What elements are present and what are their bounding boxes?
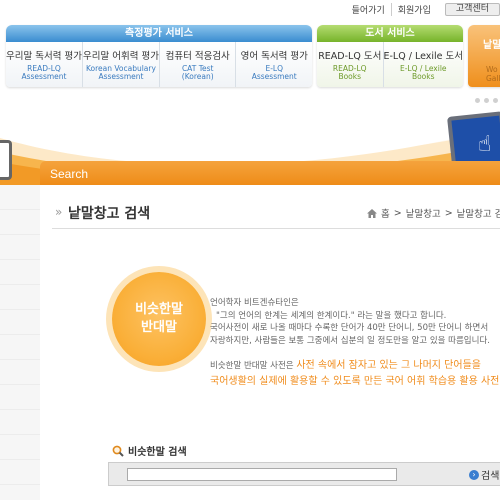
breadcrumb-home[interactable]: 홈 xyxy=(381,206,390,220)
main-content: » 낱말창고 검색 홈 > 낱말창고 > 낱말창고 검 비슷한말 반대말 언어학… xyxy=(40,185,500,500)
hand-cursor-icon: ☝ xyxy=(478,132,492,157)
nav-item-sublabel: CAT Test (Korean) xyxy=(181,64,214,81)
nav-item-cat-test[interactable]: 컴퓨터 적응검사 CAT Test (Korean) xyxy=(158,42,236,87)
nav-group-assessment: 측정평가 서비스 우리말 독서력 평가 READ-LQ Assessment 우… xyxy=(6,25,312,87)
breadcrumb-current: 낱말창고 검 xyxy=(456,209,500,220)
nav-item-label: 우리말 독서력 평가 xyxy=(6,51,82,62)
home-icon xyxy=(367,208,377,218)
breadcrumb-separator: > xyxy=(444,207,453,219)
search-tab-label: Search xyxy=(50,167,89,181)
intro-paragraph: 언어학자 비트겐슈타인은 "그의 언어의 한계는 세계의 한계이다." 라는 말… xyxy=(210,297,490,347)
global-nav: 측정평가 서비스 우리말 독서력 평가 READ-LQ Assessment 우… xyxy=(0,25,500,87)
nav-item-read-lq-books[interactable]: READ-LQ 도서 READ-LQ Books xyxy=(317,42,383,87)
nav-group-books: 도서 서비스 READ-LQ 도서 READ-LQ Books E-LQ / L… xyxy=(317,25,463,87)
intro-line: 국어사전이 새로 나올 때마다 수록한 단어가 40만 단어니, 50만 단어니… xyxy=(210,323,489,333)
search-button-icon: › xyxy=(469,469,479,480)
search-section-tab: Search xyxy=(40,161,500,185)
nav-item-sublabel: E-LQ / Lexile Books xyxy=(399,64,447,81)
search-input[interactable] xyxy=(127,468,397,481)
magnifier-icon xyxy=(112,445,124,457)
customer-center-button[interactable]: 고객센터 xyxy=(444,2,500,16)
nav-item-vocabulary[interactable]: 우리말 어휘력 평가 Korean Vocabulary Assessment xyxy=(81,42,159,87)
search-button-label: 검색 xyxy=(481,471,500,482)
intro-highlight: 국어생활의 실제에 활용할 수 있도록 만든 국어 어휘 학습용 활용 사전 xyxy=(210,376,500,387)
nav-group-title[interactable]: 도서 서비스 xyxy=(317,25,463,42)
nav-item-label: 영어 독서력 평가 xyxy=(240,51,308,62)
title-arrow-icon: » xyxy=(55,205,63,219)
nav-item-label: 우리말 어휘력 평가 xyxy=(82,51,159,62)
search-label-row: 비슷한말 검색 xyxy=(112,443,187,458)
nav-item-sublabel: READ-LQ Assessment xyxy=(21,64,67,81)
title-row: » 낱말창고 검색 홈 > 낱말창고 > 낱말창고 검 xyxy=(40,202,500,222)
search-box: › 검색 xyxy=(108,462,500,486)
nav-group-word[interactable]: 낱말 Wo Gall xyxy=(468,25,500,87)
nav-item-sublabel: READ-LQ Books xyxy=(332,64,367,81)
intro-highlight: 사전 속에서 잠자고 있는 그 나머지 단어들을 xyxy=(296,360,481,371)
nav-group-title[interactable]: 측정평가 서비스 xyxy=(6,25,312,42)
slide-dots[interactable] xyxy=(475,98,498,103)
join-link[interactable]: 회원가입 xyxy=(390,2,437,16)
title-divider xyxy=(52,228,500,229)
intro-badge: 비슷한말 반대말 xyxy=(112,272,206,366)
page-title: 낱말창고 검색 xyxy=(68,206,151,222)
nav-item-read-lq[interactable]: 우리말 독서력 평가 READ-LQ Assessment xyxy=(6,42,82,87)
search-label: 비슷한말 검색 xyxy=(128,447,187,458)
nav-item-label: 컴퓨터 적응검사 xyxy=(165,51,230,62)
hero-device-icon xyxy=(0,140,12,180)
intro-line: 자랑하지만, 사람들은 보통 그중에서 십분의 일 정도만을 알고 있을 따름입… xyxy=(210,335,490,346)
left-sidebar-bg xyxy=(0,185,40,500)
breadcrumb-separator: > xyxy=(393,207,402,219)
intro-badge-label: 비슷한말 반대말 xyxy=(135,302,183,335)
nav-group-sublabel: Wo Gall xyxy=(486,65,500,83)
intro-line: "그의 언어의 한계는 세계의 한계이다." 라는 말을 했다고 합니다. xyxy=(216,310,447,321)
intro-highlight-paragraph: 비슷한말 반대말 사전은 사전 속에서 잠자고 있는 그 나머지 단어들을 국어… xyxy=(210,358,500,390)
nav-item-sublabel: Korean Vocabulary Assessment xyxy=(85,64,156,81)
intro-prefix: 비슷한말 반대말 사전은 xyxy=(210,361,294,371)
nav-item-label: READ-LQ 도서 xyxy=(318,51,382,62)
login-link[interactable]: 들어가기 xyxy=(346,3,391,16)
breadcrumb-section[interactable]: 낱말창고 xyxy=(406,206,441,220)
breadcrumb: 홈 > 낱말창고 > 낱말창고 검 xyxy=(367,206,500,220)
intro-line: 언어학자 비트겐슈타인은 xyxy=(210,298,299,308)
nav-item-label: E-LQ / Lexile 도서 xyxy=(383,51,464,62)
nav-item-e-lq[interactable]: 영어 독서력 평가 E-LQ Assessment xyxy=(235,42,312,87)
nav-item-lexile-books[interactable]: E-LQ / Lexile 도서 E-LQ / Lexile Books xyxy=(382,42,464,87)
search-button[interactable]: › 검색 xyxy=(469,467,499,482)
utility-links: 들어가기 회원가입 고객센터 xyxy=(346,2,500,16)
nav-item-sublabel: E-LQ Assessment xyxy=(251,64,297,81)
